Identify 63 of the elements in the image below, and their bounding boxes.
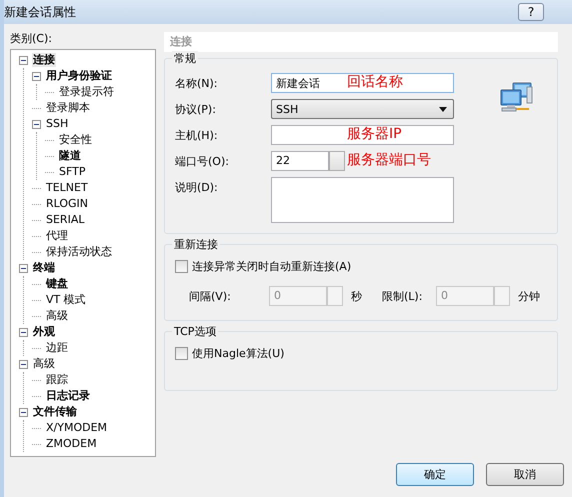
checkbox-label: 使用Nagle算法(U) (192, 346, 284, 361)
field-label: 名称(N): (175, 76, 219, 91)
annotation-text: 服务器端口号 (347, 151, 431, 169)
tree-item[interactable]: RLOGIN (45, 197, 90, 211)
collapse-icon[interactable] (19, 408, 28, 416)
dialog-button[interactable]: 确定 (396, 463, 474, 486)
field-label: 限制(L): (382, 288, 424, 304)
field-label: 主机(H): (175, 128, 219, 143)
tree-item[interactable]: 登录提示符 (58, 85, 115, 99)
field-label: 说明(D): (175, 180, 219, 195)
tree-item[interactable]: 登录脚本 (45, 101, 91, 115)
checkbox[interactable] (175, 347, 188, 360)
checkbox-label: 连接异常关闭时自动重新连接(A) (192, 259, 352, 274)
tree-item[interactable]: 外观 (32, 325, 56, 339)
input-field[interactable] (271, 125, 454, 145)
tree-item[interactable]: 边距 (45, 341, 69, 355)
field-label: 端口号(O): (175, 154, 230, 169)
port-field[interactable]: 22 (271, 151, 329, 171)
tree-item[interactable]: TELNET (45, 181, 89, 195)
tree-item[interactable]: SERIAL (45, 213, 86, 227)
tree-item[interactable]: 文件传输 (32, 405, 78, 419)
field-label: 间隔(V): (189, 288, 232, 304)
tree-item[interactable]: 保持活动状态 (45, 245, 113, 259)
panel-title: 连接 (164, 32, 558, 52)
dialog-button[interactable]: 取消 (486, 463, 564, 486)
tree-item[interactable]: 用户身份验证 (45, 69, 113, 83)
group-title: 重新连接 (172, 237, 220, 252)
window-title: 新建会话属性 (4, 4, 76, 20)
collapse-icon[interactable] (32, 72, 41, 80)
collapse-icon[interactable] (19, 328, 28, 336)
tree-item[interactable]: SFTP (58, 165, 86, 179)
collapse-icon[interactable] (32, 120, 41, 128)
tree-item[interactable]: 代理 (45, 229, 69, 243)
network-computers-icon (499, 81, 533, 113)
unit-label: 分钟 (518, 288, 540, 304)
tree-item[interactable]: X/YMODEM (45, 421, 108, 435)
collapse-icon[interactable] (19, 360, 28, 368)
tree-item[interactable]: 高级 (32, 357, 56, 371)
tree-item[interactable]: VT 模式 (45, 293, 87, 307)
collapse-icon[interactable] (19, 264, 28, 272)
collapse-icon[interactable] (19, 56, 28, 64)
unit-label: 秒 (351, 288, 362, 304)
tree-item[interactable]: 日志记录 (45, 389, 91, 403)
group-title: TCP选项 (172, 324, 218, 339)
tree-item[interactable]: 安全性 (58, 133, 93, 147)
annotation-text: 服务器IP (347, 125, 402, 143)
category-label: 类别(C): (10, 32, 53, 46)
tree-item[interactable]: ZMODEM (45, 437, 98, 451)
tree-item[interactable]: 连接 (32, 53, 56, 67)
tree-item[interactable]: 终端 (32, 261, 56, 275)
tree-item[interactable]: 键盘 (45, 277, 69, 291)
group-title: 常规 (172, 51, 198, 66)
caret-icon (439, 106, 447, 112)
help-button[interactable]: ? (518, 3, 544, 21)
tree-item[interactable]: 高级 (45, 309, 69, 323)
checkbox[interactable] (175, 260, 188, 273)
tree-item[interactable]: SSH (45, 117, 70, 131)
description-field[interactable] (271, 177, 454, 223)
annotation-text: 回话名称 (347, 73, 403, 91)
tree-item[interactable]: 隧道 (58, 149, 82, 163)
tree-item[interactable]: 跟踪 (45, 373, 69, 387)
field-label: 协议(P): (175, 102, 217, 117)
protocol-dropdown[interactable]: SSH (271, 99, 454, 119)
